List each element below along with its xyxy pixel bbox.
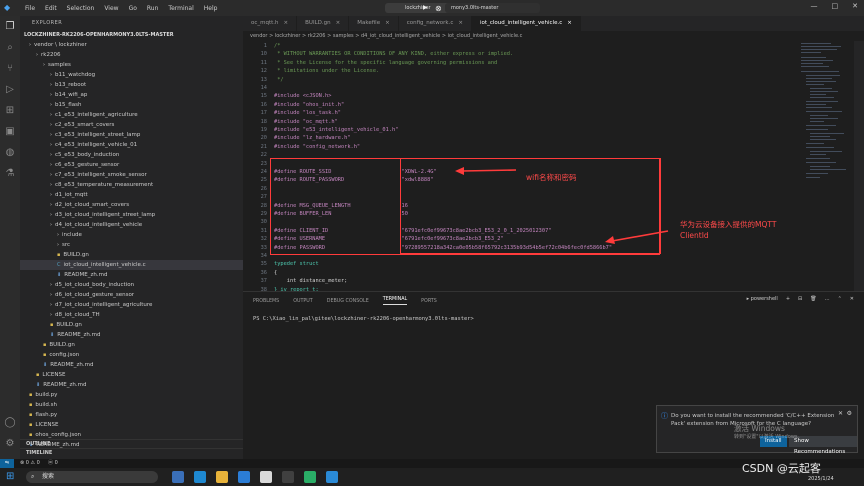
close-panel-icon[interactable]: ✕	[850, 296, 854, 302]
watermark-line-2: 转到"设置"以激活 Windows。	[734, 434, 803, 440]
panel-tab[interactable]: DEBUG CONSOLE	[327, 299, 369, 304]
windows-taskbar: ⊞ ⌕ 搜索	[0, 468, 864, 486]
remote-icon[interactable]: ⇋	[0, 459, 14, 468]
toast-close-icon[interactable]: ✕	[838, 410, 843, 417]
panel-toolbar: ▸ powershell + ⊟ 🗑 … ⌃ ✕	[747, 296, 854, 302]
watermark-line-1: 激活 Windows	[734, 424, 785, 433]
panel-tab[interactable]: PORTS	[421, 299, 437, 304]
trash-icon[interactable]: 🗑	[810, 296, 816, 302]
annotation-wifi: wifi名称和密码	[526, 173, 577, 182]
shell-label: powershell	[750, 296, 778, 302]
clock-date: 2025/1/24	[808, 476, 834, 482]
wechat-icon[interactable]	[304, 471, 316, 483]
terminal-app-icon[interactable]	[282, 471, 294, 483]
vscode-taskbar-icon[interactable]	[326, 471, 338, 483]
annotation-mqtt-1: 华为云设备接入提供的MQTT	[680, 220, 777, 229]
panel-tab[interactable]: PROBLEMS	[253, 299, 279, 304]
windows-activation-watermark: 激活 Windows 转到"设置"以激活 Windows。	[734, 424, 803, 442]
taskbar-search-icon: ⌕	[31, 473, 35, 480]
terminal-prompt[interactable]: PS C:\Xiao_lin_pal\gitee\lockzhiner-rk22…	[243, 316, 864, 322]
edge-icon[interactable]	[194, 471, 206, 483]
info-icon: ⓘ	[661, 412, 668, 420]
problems-count[interactable]: ⊗ 0 ⚠ 0	[20, 459, 40, 468]
app-icon-2[interactable]	[260, 471, 272, 483]
new-terminal-icon[interactable]: +	[786, 296, 790, 302]
status-bar: ⇋ ⊗ 0 ⚠ 0 ⓦ 0	[0, 459, 864, 468]
panel-tab[interactable]: OUTPUT	[293, 299, 313, 304]
csdn-watermark: CSDN @云起客	[742, 462, 821, 475]
file-explorer-icon[interactable]	[216, 471, 228, 483]
toast-settings-icon[interactable]: ⚙	[847, 410, 852, 417]
taskbar-search[interactable]: ⌕ 搜索	[26, 471, 158, 483]
windows-start-icon[interactable]: ⊞	[6, 471, 14, 482]
split-terminal-icon[interactable]: ⊟	[798, 296, 802, 302]
maximize-panel-icon[interactable]: ⌃	[838, 296, 842, 302]
more-icon[interactable]: …	[825, 296, 830, 302]
taskbar-search-text: 搜索	[42, 473, 55, 480]
annotation-mqtt-2: ClientId	[680, 231, 709, 240]
app-icon-1[interactable]	[238, 471, 250, 483]
ports-count[interactable]: ⓦ 0	[48, 459, 58, 468]
panel-tab[interactable]: TERMINAL	[382, 297, 408, 305]
terminal-shell[interactable]: ▸ powershell	[747, 296, 778, 302]
taskbar-apps	[172, 471, 338, 483]
task-view-icon[interactable]	[172, 471, 184, 483]
